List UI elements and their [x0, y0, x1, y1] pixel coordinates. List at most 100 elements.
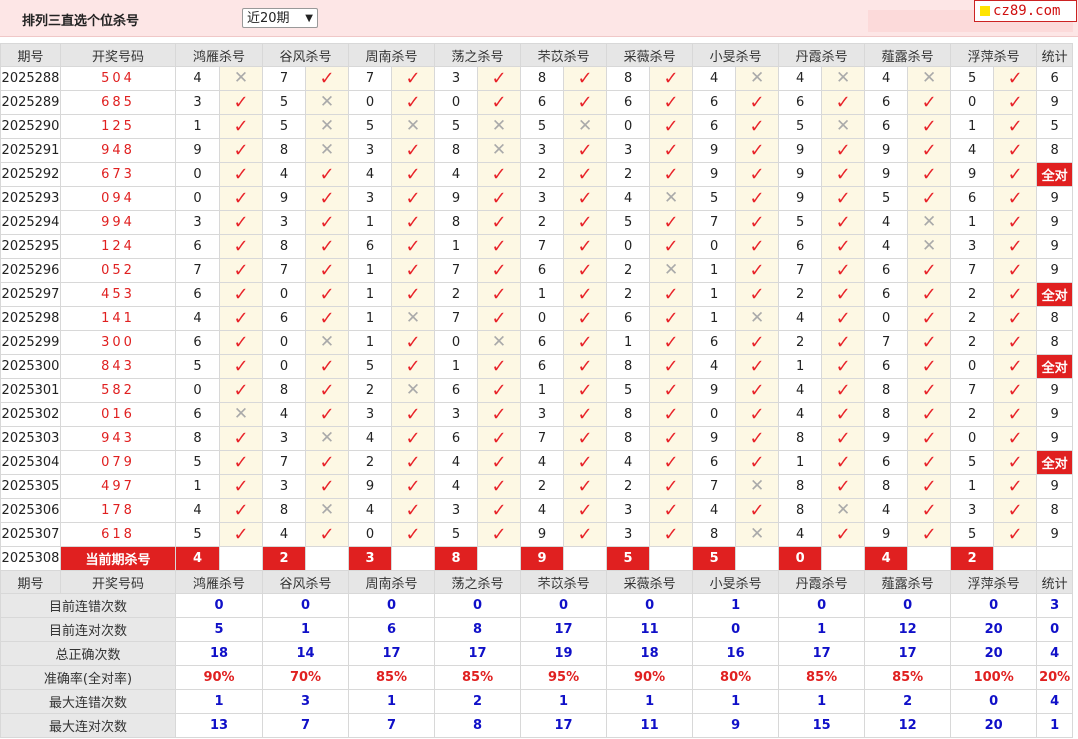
check-icon: ✓: [233, 163, 249, 185]
check-icon: ✓: [835, 403, 851, 425]
col-header-draw: 开奖号码: [60, 43, 176, 67]
check-icon: ✓: [663, 427, 679, 449]
kill-number-cell: 4: [348, 426, 393, 451]
kill-number-cell: 3: [175, 90, 220, 115]
kill-number-cell: 1: [778, 450, 823, 475]
col-header-period: 期号: [0, 570, 61, 594]
cross-icon: ✕: [405, 380, 421, 400]
col-header-expert: 荡之杀号: [434, 570, 522, 594]
result-mark-cell: ✓: [391, 522, 436, 547]
kill-number-cell: 7: [778, 258, 823, 283]
check-icon: ✓: [233, 307, 249, 329]
result-mark-cell: ✓: [907, 402, 952, 427]
period-cell: 2025298: [0, 306, 61, 331]
check-icon: ✓: [577, 331, 593, 353]
kill-number-cell: 0: [692, 234, 737, 259]
current-kill-label: 当前期杀号: [60, 546, 176, 571]
check-icon: ✓: [491, 379, 507, 401]
result-mark-cell: ✕: [735, 66, 780, 91]
check-icon: ✓: [405, 211, 421, 233]
range-select[interactable]: 近20期 ▼: [242, 8, 318, 28]
summary-row: 目前连错次数 0 0 0 0 0 0 1 0 0 0 3: [0, 593, 1074, 618]
period-cell: 2025297: [0, 282, 61, 307]
summary-value: 1: [262, 617, 350, 642]
summary-row: 总正确次数 18 14 17 17 19 18 16 17 17 20 4: [0, 641, 1074, 666]
result-mark-cell: ✓: [563, 138, 608, 163]
check-icon: ✓: [749, 235, 765, 257]
period-cell: 2025296: [0, 258, 61, 283]
kill-number-cell: 6: [520, 354, 565, 379]
summary-value: 1: [174, 689, 264, 714]
stat-cell: 全对: [1036, 450, 1074, 475]
result-mark-cell: ✓: [477, 258, 522, 283]
result-mark-cell: ✓: [563, 162, 608, 187]
stat-cell: 5: [1036, 114, 1074, 139]
kill-number-cell: 0: [175, 162, 220, 187]
cross-icon: ✕: [749, 68, 765, 88]
check-icon: ✓: [233, 115, 249, 137]
check-icon: ✓: [233, 187, 249, 209]
kill-number-cell: 5: [434, 522, 479, 547]
kill-number-cell: 4: [434, 162, 479, 187]
kill-number-cell: 2: [950, 330, 995, 355]
result-mark-cell: ✓: [821, 378, 866, 403]
result-mark-cell: ✕: [477, 138, 522, 163]
kill-number-cell: 2: [434, 282, 479, 307]
result-mark-cell: ✕: [735, 474, 780, 499]
kill-number-cell: 1: [348, 210, 393, 235]
kill-number-cell: 5: [434, 114, 479, 139]
summary-label: 目前连错次数: [0, 593, 176, 618]
col-header-expert: 鸿雁杀号: [174, 43, 264, 67]
col-header-expert: 浮萍杀号: [950, 570, 1038, 594]
col-header-expert: 荡之杀号: [434, 43, 522, 67]
site-logo[interactable]: cz89.com: [974, 0, 1077, 22]
check-icon: ✓: [663, 355, 679, 377]
kill-number-cell: 8: [864, 378, 909, 403]
check-icon: ✓: [663, 283, 679, 305]
result-mark-cell: ✓: [907, 498, 952, 523]
result-mark-cell: ✓: [821, 162, 866, 187]
draw-number-cell: 052: [60, 258, 176, 283]
check-icon: ✓: [405, 283, 421, 305]
kill-number-cell: 3: [262, 474, 307, 499]
kill-number-cell: 5: [348, 354, 393, 379]
kill-number-cell: 7: [692, 474, 737, 499]
kill-number-cell: 9: [864, 138, 909, 163]
result-mark-cell: ✕: [391, 114, 436, 139]
check-icon: ✓: [1007, 331, 1023, 353]
check-icon: ✓: [1007, 307, 1023, 329]
draw-number-cell: 094: [60, 186, 176, 211]
cross-icon: ✕: [922, 236, 937, 256]
table-row: 2025296 052 7 ✓ 7 ✓ 1 ✓ 7 ✓ 6 ✓ 2 ✕ 1 ✓ 7 ✓ 6 ✓ 7 ✓ 9: [0, 258, 1074, 283]
check-icon: ✓: [405, 475, 421, 497]
result-mark-cell: ✓: [305, 522, 350, 547]
result-mark-cell: ✓: [907, 522, 952, 547]
kill-number-cell: 6: [692, 114, 737, 139]
summary-value: 0: [520, 593, 608, 618]
check-icon: ✓: [319, 163, 335, 185]
check-icon: ✓: [491, 283, 507, 305]
summary-value: 0: [778, 593, 866, 618]
kill-number-cell: 8: [864, 402, 909, 427]
cross-icon: ✕: [491, 116, 507, 136]
kill-number-cell: 0: [520, 306, 565, 331]
result-mark-cell: ✓: [821, 138, 866, 163]
result-mark-cell: ✓: [907, 186, 952, 211]
check-icon: ✓: [319, 355, 335, 377]
result-mark-cell: ✓: [305, 474, 350, 499]
kill-number-cell: 2: [520, 210, 565, 235]
result-mark-cell: ✓: [218, 330, 264, 355]
result-mark-cell: ✓: [993, 498, 1038, 523]
summary-value: 6: [348, 617, 436, 642]
result-mark-cell: ✓: [477, 306, 522, 331]
kill-number-cell: 4: [606, 186, 651, 211]
check-icon: ✓: [663, 499, 679, 521]
kill-number-cell: 5: [175, 450, 220, 475]
stat-cell: 9: [1036, 402, 1074, 427]
result-mark-cell: ✓: [907, 138, 952, 163]
kill-number-cell: 4: [778, 306, 823, 331]
check-icon: ✓: [577, 427, 593, 449]
current-kill-number: 4: [175, 546, 220, 571]
check-icon: ✓: [233, 427, 249, 449]
result-mark-cell: ✓: [735, 426, 780, 451]
